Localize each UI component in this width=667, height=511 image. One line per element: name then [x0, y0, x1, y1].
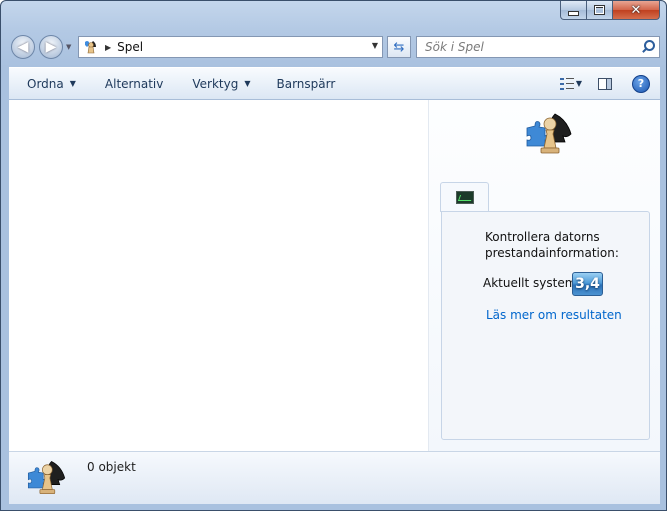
minimize-icon: [568, 10, 579, 16]
back-arrow-icon: ◀: [17, 39, 29, 55]
refresh-button[interactable]: ⇆: [387, 36, 411, 58]
content-area: Kontrollera datorns prestandainformation…: [9, 100, 660, 451]
chevron-down-icon: ▼: [69, 79, 76, 88]
parental-controls-button[interactable]: Barnspärr: [267, 72, 344, 96]
caption-buttons: ✕: [560, 1, 660, 21]
change-view-button[interactable]: [554, 72, 580, 96]
search-icon[interactable]: [639, 38, 657, 56]
parental-controls-label: Barnspärr: [276, 76, 336, 91]
tools-button[interactable]: Verktyg ▼: [183, 72, 259, 96]
help-button[interactable]: ?: [628, 72, 654, 96]
close-icon: ✕: [630, 2, 642, 18]
chevron-down-icon: ▼: [244, 79, 251, 88]
item-count: 0 objekt: [87, 460, 136, 474]
maximize-icon: [594, 5, 605, 15]
recent-pages-dropdown[interactable]: ▼: [66, 43, 71, 51]
search-box[interactable]: [416, 36, 660, 58]
address-dropdown-button[interactable]: ▼: [372, 41, 378, 50]
read-more-results-link[interactable]: Läs mer om resultaten: [486, 308, 622, 322]
file-list[interactable]: [9, 100, 429, 451]
games-info-pane: Kontrollera datorns prestandainformation…: [429, 100, 660, 451]
current-system-label: Aktuellt system: [483, 276, 577, 290]
preview-pane-icon: [598, 77, 612, 90]
organize-label: Ordna: [27, 76, 64, 91]
performance-tab[interactable]: [440, 182, 489, 212]
views-icon: [559, 77, 574, 90]
command-bar-right: ▼ ?: [554, 72, 660, 96]
preview-pane-button[interactable]: [592, 72, 618, 96]
performance-panel: Kontrollera datorns prestandainformation…: [441, 211, 650, 440]
performance-monitor-icon: [455, 191, 474, 204]
games-chess-puzzle-icon: [523, 110, 581, 158]
minimize-button[interactable]: [560, 1, 587, 20]
games-folder-icon: [83, 39, 99, 55]
options-button[interactable]: Alternativ: [96, 72, 172, 96]
address-bar[interactable]: ▶ Spel ▼: [78, 36, 383, 58]
command-bar: Ordna ▼ Alternativ Verktyg ▼ Barnspärr ▼: [9, 67, 660, 100]
refresh-icon: ⇆: [393, 39, 405, 55]
maximize-button[interactable]: [587, 1, 613, 20]
breadcrumb-arrow-icon[interactable]: ▶: [105, 43, 111, 52]
forward-button[interactable]: ▶: [39, 35, 63, 59]
forward-arrow-icon: ▶: [45, 39, 57, 55]
games-chess-puzzle-icon: [25, 458, 73, 498]
details-pane: 0 objekt: [9, 451, 660, 504]
back-button[interactable]: ◀: [11, 35, 35, 59]
close-button[interactable]: ✕: [613, 1, 660, 20]
tools-label: Verktyg: [192, 76, 239, 91]
explorer-window: ✕ ◀ ▶ ▼ ▶ Spel ▼ ⇆ Ordna ▼: [0, 0, 667, 511]
breadcrumb-location[interactable]: Spel: [117, 40, 143, 54]
help-icon: ?: [632, 74, 650, 93]
options-label: Alternativ: [104, 76, 164, 91]
performance-score-badge[interactable]: 3,4: [572, 272, 603, 296]
search-input[interactable]: [417, 39, 639, 55]
organize-button[interactable]: Ordna ▼: [18, 72, 85, 96]
performance-heading: Kontrollera datorns prestandainformation…: [485, 230, 619, 260]
